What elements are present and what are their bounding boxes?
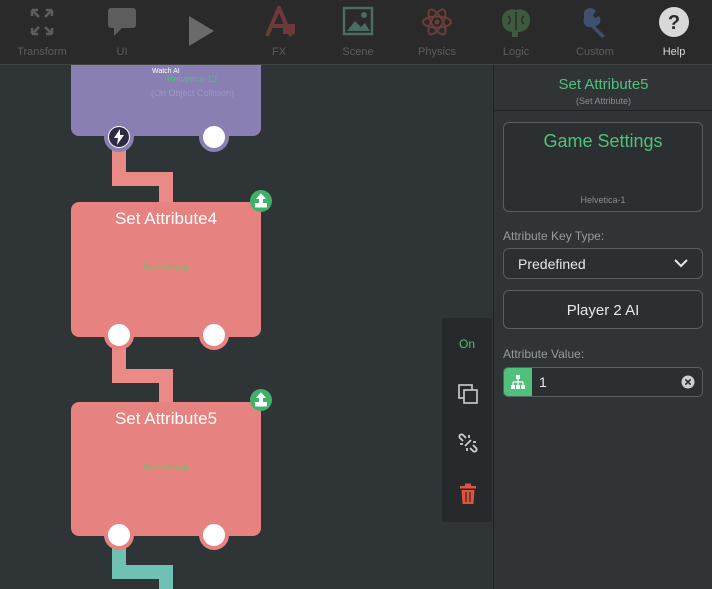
output-port[interactable] <box>199 320 229 350</box>
tool-label: Physics <box>418 46 456 58</box>
tool-physics[interactable]: Physics <box>395 0 479 64</box>
behavior-node-set-attribute5[interactable]: Set Attribute5 Game Settings <box>71 402 261 536</box>
behavior-name: Game Settings <box>543 131 663 151</box>
copy-icon[interactable] <box>457 383 479 405</box>
node-title: Set Attribute4 <box>114 209 218 228</box>
connector <box>159 369 173 403</box>
attribute-value-field[interactable]: 1 <box>503 367 703 397</box>
question-icon: ? <box>659 7 689 37</box>
behavior-node-set-attribute4[interactable]: Set Attribute4 Game Settings <box>71 202 261 337</box>
speech-bubble-icon <box>108 8 136 36</box>
brain-icon <box>502 9 530 38</box>
node-side-toolbar: On <box>442 318 492 522</box>
atom-icon <box>422 8 452 36</box>
inspector-title: Set Attribute5 <box>558 76 649 93</box>
node-subtitle: Game Settings <box>142 264 190 271</box>
upload-icon <box>255 193 267 208</box>
output-port[interactable] <box>199 520 229 550</box>
export-badge[interactable] <box>250 190 272 212</box>
divider <box>494 110 712 111</box>
tool-logic[interactable]: Logic <box>474 0 558 64</box>
wrench-icon <box>583 8 605 38</box>
tool-custom[interactable]: Custom <box>553 0 637 64</box>
tool-fx[interactable]: FX <box>237 0 321 64</box>
export-badge[interactable] <box>250 389 272 411</box>
node-subtitle: (On Object Collision) <box>151 88 235 98</box>
tool-label: UI <box>116 46 128 58</box>
output-port[interactable] <box>199 122 229 152</box>
inspector-panel: Set Attribute5 (Set Attribute) Game Sett… <box>493 65 712 589</box>
attribute-key-label: Player 2 AI <box>566 302 640 319</box>
tool-label: Logic <box>502 46 530 58</box>
attribute-value-label: Attribute Value: <box>503 347 585 361</box>
svg-text:?: ? <box>668 12 680 34</box>
tool-play[interactable] <box>158 0 242 64</box>
connector <box>159 172 173 204</box>
enabled-toggle[interactable]: On <box>442 337 492 351</box>
attribute-key-button[interactable]: Player 2 AI <box>503 290 703 329</box>
event-port[interactable] <box>104 122 134 152</box>
unlink-icon[interactable] <box>457 432 479 454</box>
chevron-down-icon <box>674 259 688 268</box>
node-title: Set Attribute5 <box>114 409 218 428</box>
key-type-select[interactable]: Predefined <box>503 248 703 279</box>
node-font-label: Helvetica-13 <box>167 74 218 84</box>
tool-label: FX <box>271 46 287 58</box>
upload-icon <box>255 392 267 407</box>
behavior-name-box[interactable]: Game Settings Helvetica-1 <box>503 122 703 212</box>
attribute-value: 1 <box>539 374 547 390</box>
tool-help[interactable]: ? Help <box>632 0 712 64</box>
tool-ui[interactable]: UI <box>80 0 164 64</box>
key-type-value: Predefined <box>518 256 586 272</box>
top-toolbar: Transform UI FX Scene Physics Logic Cust… <box>0 0 712 65</box>
behavior-node-watch-ai[interactable]: Watch AI Helvetica-13 (On Object Collisi… <box>71 65 261 136</box>
clear-icon[interactable] <box>681 375 695 389</box>
trash-icon[interactable] <box>458 483 478 505</box>
behavior-font: Helvetica-1 <box>580 195 626 205</box>
expression-button[interactable] <box>504 368 532 396</box>
expand-arrows-icon <box>30 8 54 36</box>
tool-transform[interactable]: Transform <box>0 0 84 64</box>
image-icon <box>342 6 374 36</box>
key-type-label: Attribute Key Type: <box>503 229 605 243</box>
behavior-canvas[interactable]: Watch AI Helvetica-13 (On Object Collisi… <box>0 65 493 589</box>
hierarchy-icon <box>511 375 525 389</box>
tool-label: Scene <box>342 46 374 58</box>
play-icon <box>189 16 214 46</box>
lightning-icon <box>109 127 129 147</box>
fx-icon <box>265 6 295 37</box>
node-subtitle: Game Settings <box>142 464 190 471</box>
input-port[interactable] <box>104 320 134 350</box>
connector <box>159 565 173 589</box>
tool-label: Help <box>662 46 686 58</box>
tool-label: Transform <box>17 46 67 58</box>
tool-label: Custom <box>576 46 614 58</box>
inspector-subtitle: (Set Attribute) <box>575 96 632 106</box>
tool-scene[interactable]: Scene <box>316 0 400 64</box>
input-port[interactable] <box>104 520 134 550</box>
